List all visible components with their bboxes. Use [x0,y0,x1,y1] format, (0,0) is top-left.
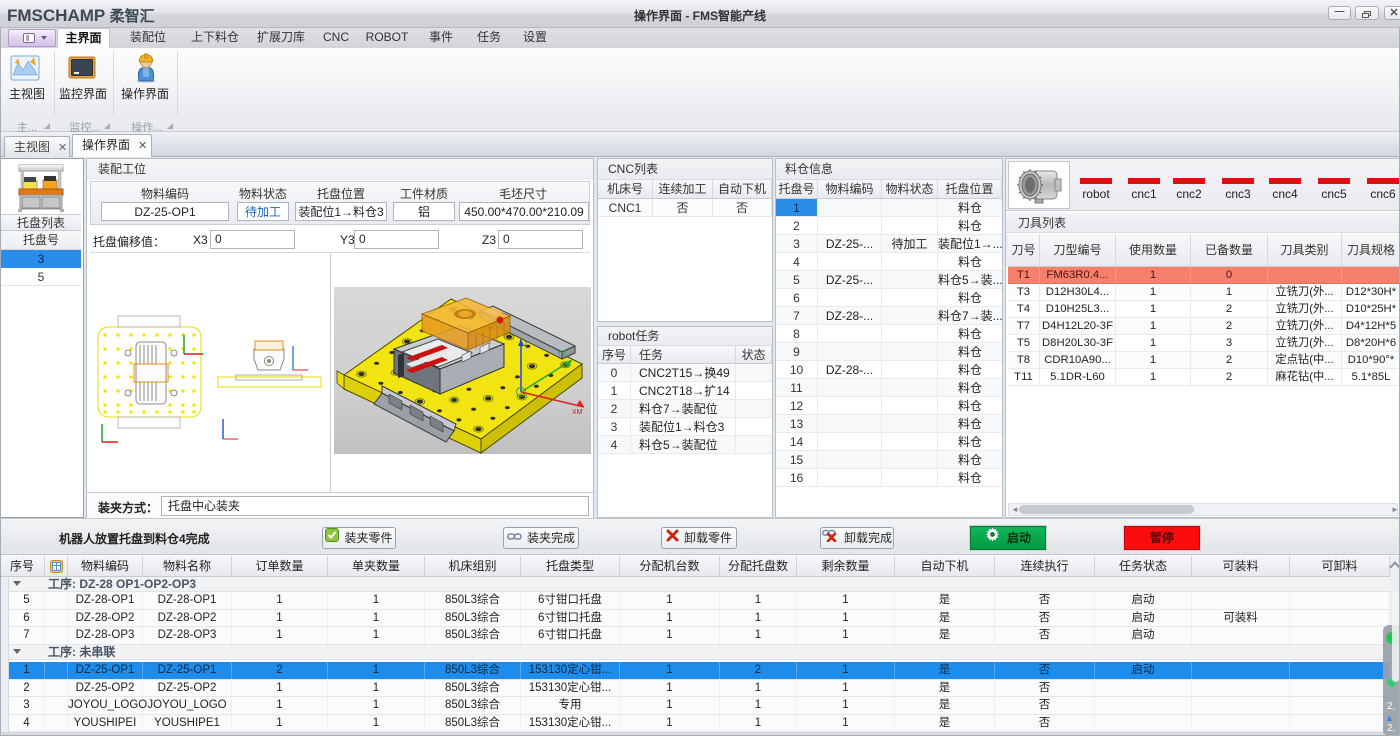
svg-text:YC: YC [557,350,567,357]
svg-text:XM: XM [572,409,583,416]
svg-text:Z: Z [524,341,529,348]
